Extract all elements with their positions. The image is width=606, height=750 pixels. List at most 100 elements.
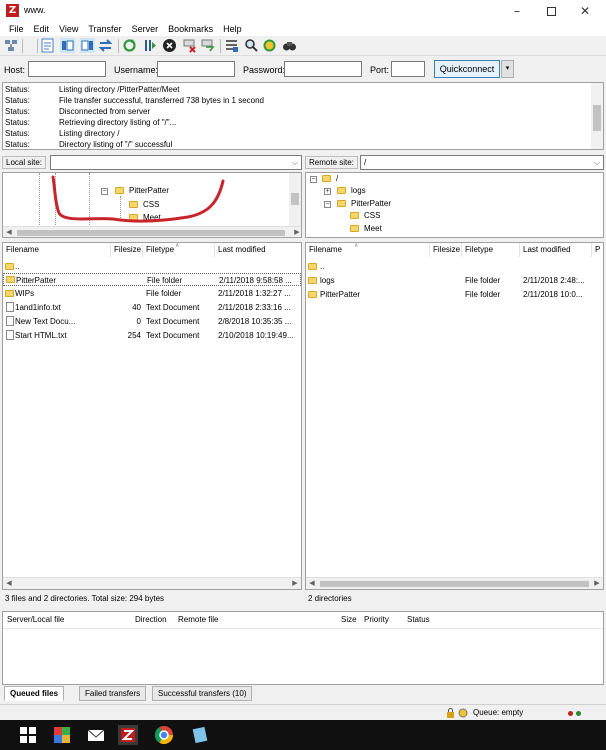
text-file-icon (6, 302, 14, 312)
maximize-button[interactable] (534, 0, 568, 22)
minimize-button[interactable]: – (500, 0, 534, 22)
site-manager-icon[interactable] (4, 38, 19, 53)
refresh-icon[interactable] (122, 38, 137, 53)
local-row-1and1info[interactable]: 1and1info.txt 40 Text Document 2/11/2018… (3, 301, 301, 314)
filter-icon[interactable] (224, 38, 239, 53)
reconnect-icon[interactable] (200, 38, 215, 53)
collapse-icon[interactable]: − (310, 176, 317, 183)
remote-site-input[interactable]: / ⌵ (360, 155, 604, 170)
mail-app-icon[interactable] (86, 725, 106, 745)
toggle-local-tree-icon[interactable] (60, 38, 75, 53)
port-label: Port: (370, 65, 390, 75)
remote-site-dropdown-icon[interactable]: ⌵ (594, 156, 600, 169)
message-log: Status: Listing directory /PitterPatter/M… (2, 82, 604, 150)
queue-col-server-local-file[interactable]: Server/Local file (7, 615, 64, 624)
remote-col-last-modified[interactable]: Last modified (520, 243, 592, 257)
local-row-wips[interactable]: WIPs File folder 2/11/2018 1:32:27 ... (3, 287, 301, 300)
port-input[interactable] (391, 61, 425, 77)
chrome-app-icon[interactable] (154, 725, 174, 745)
local-col-filename[interactable]: Filename (3, 243, 111, 257)
search-icon[interactable] (282, 38, 297, 53)
local-file-list: Filename Filesize Filetype Last modified… (2, 242, 302, 590)
window-title: www. (24, 5, 46, 15)
close-button[interactable]: ✕ (568, 0, 602, 22)
menu-server[interactable]: Server (127, 22, 164, 36)
lock-icon (447, 708, 454, 718)
remote-col-filename[interactable]: Filename (306, 243, 430, 257)
quickconnect-dropdown-button[interactable]: ▾ (501, 60, 514, 78)
tab-failed-transfers[interactable]: Failed transfers (79, 686, 147, 701)
folder-icon (308, 291, 317, 298)
local-col-last-modified[interactable]: Last modified (215, 243, 301, 257)
remote-col-permissions[interactable]: P (592, 243, 603, 257)
remote-row-logs[interactable]: logs File folder 2/11/2018 2:48:... (306, 274, 603, 287)
log-scrollbar-thumb[interactable] (593, 105, 601, 131)
menu-view[interactable]: View (54, 22, 83, 36)
toolbar (0, 36, 606, 56)
collapse-icon[interactable]: − (324, 201, 331, 208)
quickconnect-button[interactable]: Quickconnect (434, 60, 500, 78)
process-queue-icon[interactable] (142, 38, 157, 53)
remote-site-bar: Remote site: / ⌵ (305, 154, 604, 171)
host-input[interactable] (28, 61, 106, 77)
menu-bar: File Edit View Transfer Server Bookmarks… (0, 22, 606, 36)
local-site-input[interactable]: ⌵ (50, 155, 302, 170)
quickconnect-bar: Host: Username: Password: Port: Quickcon… (0, 57, 606, 81)
folder-icon (322, 175, 331, 182)
folder-icon (337, 187, 346, 194)
queue-col-direction[interactable]: Direction (135, 615, 167, 624)
folder-icon (350, 225, 359, 232)
local-row-pitterpatter[interactable]: PitterPatter File folder 2/11/2018 9:58:… (3, 273, 301, 286)
queue-col-priority[interactable]: Priority (364, 615, 389, 624)
menu-transfer[interactable]: Transfer (83, 22, 126, 36)
toggle-remote-tree-icon[interactable] (80, 38, 95, 53)
username-input[interactable] (157, 61, 235, 77)
password-label: Password: (243, 65, 286, 75)
tab-successful-transfers[interactable]: Successful transfers (10) (152, 686, 253, 701)
menu-bookmarks[interactable]: Bookmarks (163, 22, 218, 36)
cancel-icon[interactable] (162, 38, 177, 53)
local-list-hscrollbar[interactable]: ◀ ▶ (3, 577, 301, 589)
windows-start-icon[interactable] (18, 725, 38, 745)
filezilla-window: Z www. – ✕ File Edit View Transfer Serve… (0, 0, 606, 750)
photos-app-icon[interactable] (52, 725, 72, 745)
toggle-log-icon[interactable] (40, 38, 55, 53)
local-row-start-html[interactable]: Start HTML.txt 254 Text Document 2/10/20… (3, 329, 301, 342)
filezilla-taskbar-icon[interactable] (118, 725, 138, 745)
queue-col-size[interactable]: Size (341, 615, 357, 624)
remote-col-filetype[interactable]: Filetype (462, 243, 520, 257)
filezilla-app-icon: Z (6, 4, 19, 17)
local-site-dropdown-icon[interactable]: ⌵ (292, 156, 298, 169)
local-status-line: 3 files and 2 directories. Total size: 2… (5, 594, 165, 603)
local-site-bar: Local site: ⌵ (2, 154, 302, 171)
menu-file[interactable]: File (4, 22, 29, 36)
log-scrollbar[interactable] (591, 83, 603, 149)
remote-row-pitterpatter[interactable]: PitterPatter File folder 2/11/2018 10:0.… (306, 288, 603, 301)
remote-status-line: 2 directories (308, 594, 352, 603)
remote-col-filesize[interactable]: Filesize (430, 243, 462, 257)
status-bar: Queue: empty (0, 704, 606, 720)
toggle-compare-icon[interactable] (244, 38, 259, 53)
local-row-new-text-document[interactable]: New Text Docu... 0 Text Document 2/8/201… (3, 315, 301, 328)
password-input[interactable] (284, 61, 362, 77)
sync-browse-icon[interactable] (262, 38, 277, 53)
folder-icon (6, 276, 15, 283)
expand-icon[interactable]: + (324, 188, 331, 195)
local-row-parent[interactable]: .. (3, 260, 301, 273)
folder-icon (5, 263, 14, 270)
remote-list-hscrollbar[interactable]: ◀ ▶ (306, 577, 603, 589)
folder-icon (308, 277, 317, 284)
menu-help[interactable]: Help (218, 22, 247, 36)
folder-icon (5, 290, 14, 297)
speed-limit-icon (458, 708, 468, 718)
remote-row-parent[interactable]: .. (306, 260, 603, 273)
disconnect-icon[interactable] (182, 38, 197, 53)
tab-queued-files[interactable]: Queued files (4, 686, 65, 701)
toggle-queue-icon[interactable] (98, 38, 113, 53)
username-label: Username: (114, 65, 159, 75)
queue-col-status[interactable]: Status (407, 615, 430, 624)
local-col-filesize[interactable]: Filesize (111, 243, 143, 257)
notepad-app-icon[interactable] (190, 725, 210, 745)
queue-col-remote-file[interactable]: Remote file (178, 615, 218, 624)
menu-edit[interactable]: Edit (29, 22, 55, 36)
